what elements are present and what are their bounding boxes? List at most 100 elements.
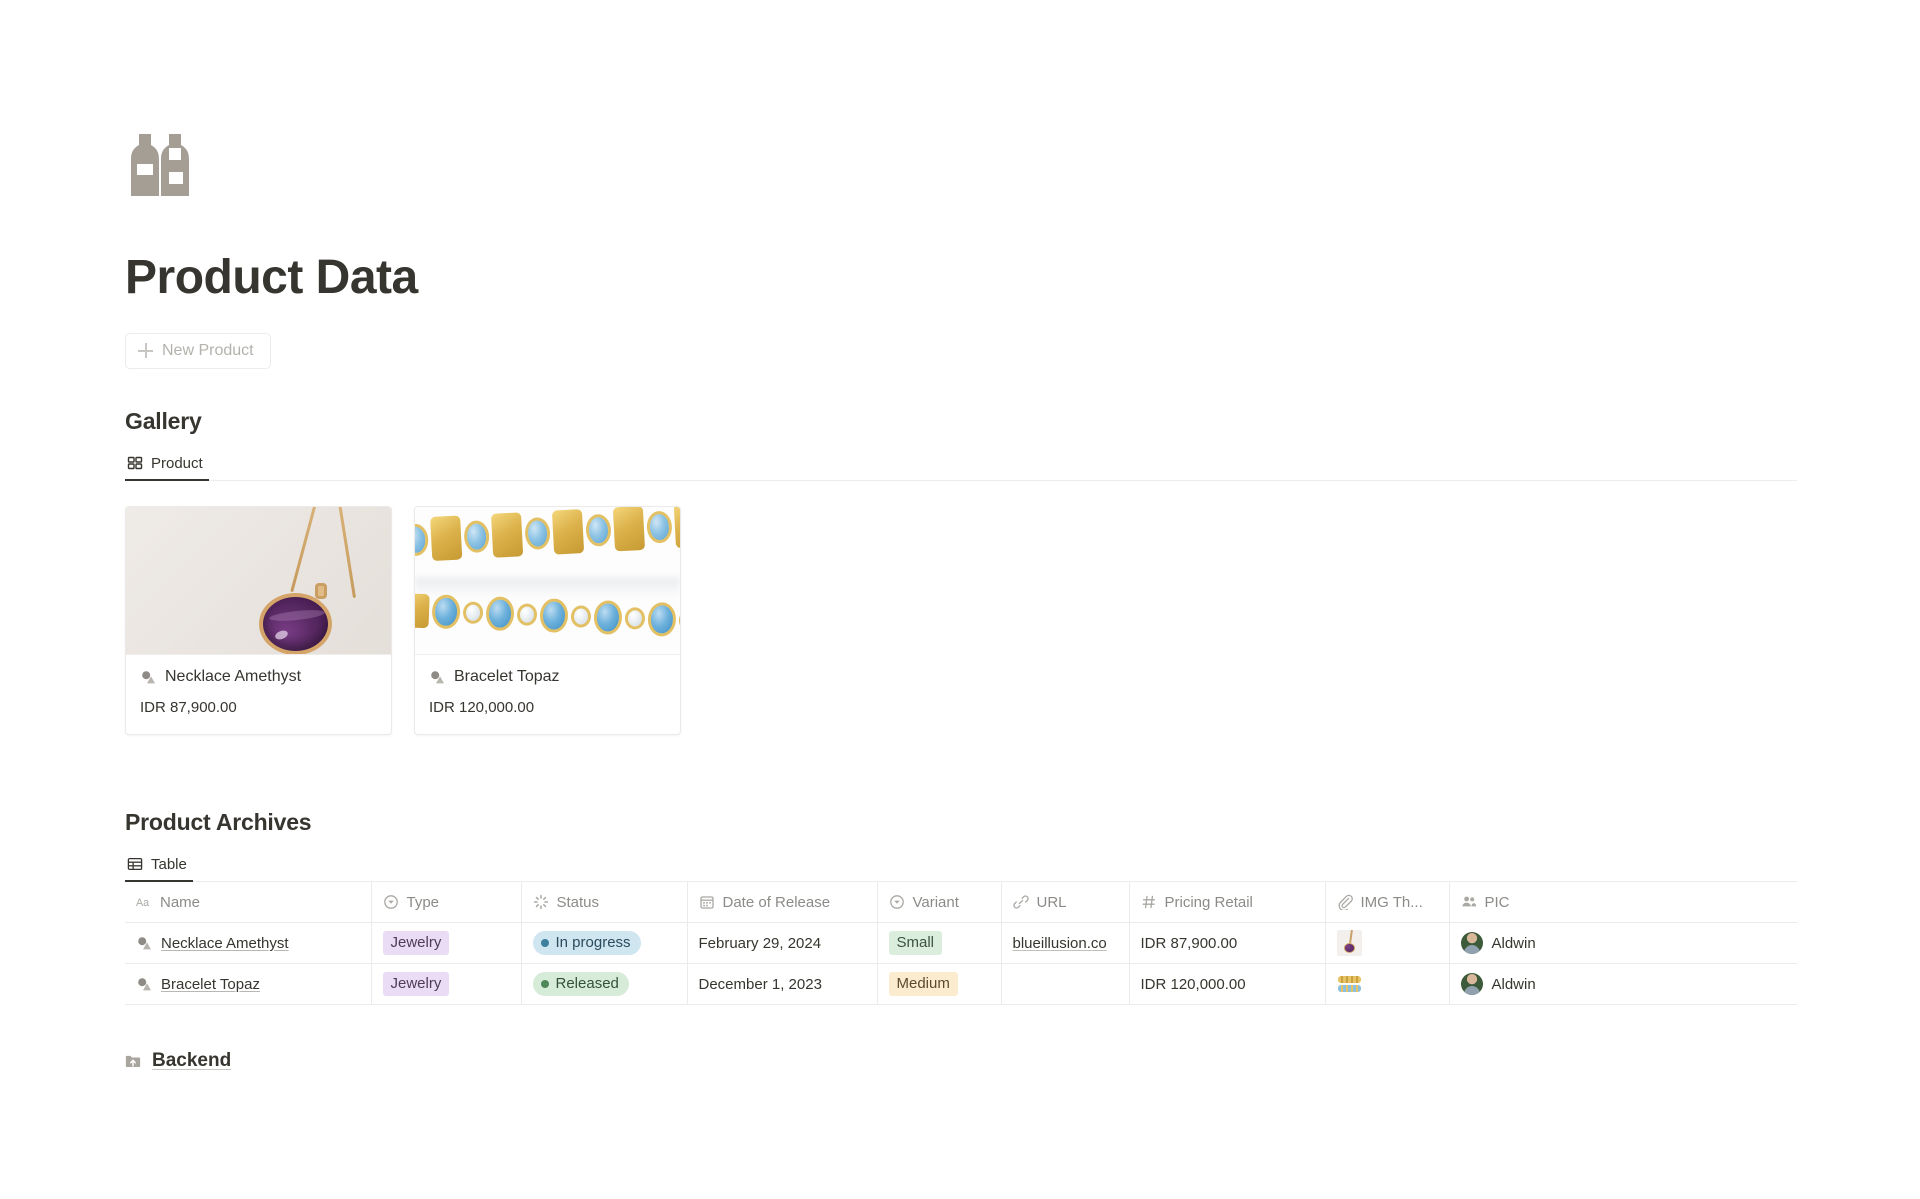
plus-icon bbox=[138, 343, 153, 359]
gallery-card[interactable]: Necklace Amethyst IDR 87,900.00 bbox=[125, 505, 392, 735]
table-row[interactable]: Necklace Amethyst Jewelry In progress Fe… bbox=[125, 922, 1797, 965]
cell-pic[interactable]: Aldwin bbox=[1449, 922, 1797, 965]
pic-name: Aldwin bbox=[1491, 934, 1536, 952]
type-tag: Jewelry bbox=[382, 972, 450, 997]
column-header-type[interactable]: Type bbox=[371, 881, 522, 924]
people-icon bbox=[1461, 894, 1477, 910]
cell-type[interactable]: Jewelry bbox=[371, 963, 522, 1006]
cell-status[interactable]: Released bbox=[521, 963, 688, 1006]
gallery-grid-icon bbox=[127, 455, 143, 471]
folder-upload-icon bbox=[125, 1053, 141, 1069]
row-name-link[interactable]: Necklace Amethyst bbox=[161, 935, 289, 952]
status-badge: In progress bbox=[532, 931, 641, 956]
archives-view-tabs: Table bbox=[125, 855, 1797, 882]
cell-date-of-release[interactable]: December 1, 2023 bbox=[687, 963, 878, 1006]
amethyst-necklace-thumb bbox=[1336, 930, 1362, 957]
shapes-icon bbox=[136, 935, 152, 951]
tab-product[interactable]: Product bbox=[125, 455, 209, 481]
table-header-row: Aa Name Type Status Date of Release Vari… bbox=[125, 881, 1797, 924]
column-header-img-thumbnail[interactable]: IMG Th... bbox=[1325, 881, 1450, 924]
column-header-pricing-retail[interactable]: Pricing Retail bbox=[1129, 881, 1326, 924]
cell-type[interactable]: Jewelry bbox=[371, 922, 522, 965]
product-data-page: Product Data New Product Gallery Product bbox=[0, 0, 1920, 1199]
cell-url[interactable] bbox=[1001, 963, 1130, 1006]
number-hash-icon bbox=[1141, 894, 1157, 910]
topaz-bracelet-photo bbox=[415, 506, 680, 655]
tab-table-label: Table bbox=[151, 855, 187, 873]
backend-label: Backend bbox=[152, 1050, 232, 1072]
column-header-label: Variant bbox=[912, 893, 959, 911]
status-label: Released bbox=[555, 975, 619, 993]
amethyst-necklace-photo bbox=[126, 506, 391, 655]
gallery-card-body: Bracelet Topaz IDR 120,000.00 bbox=[415, 655, 680, 734]
status-label: In progress bbox=[555, 934, 631, 952]
cell-pricing-retail[interactable]: IDR 87,900.00 bbox=[1129, 922, 1326, 965]
table-row[interactable]: Bracelet Topaz Jewelry Released December… bbox=[125, 963, 1797, 1006]
variant-tag: Medium bbox=[888, 972, 958, 997]
cell-pricing-retail[interactable]: IDR 120,000.00 bbox=[1129, 963, 1326, 1006]
column-header-variant[interactable]: Variant bbox=[877, 881, 1002, 924]
avatar bbox=[1460, 932, 1483, 955]
cell-img-thumbnail[interactable] bbox=[1325, 922, 1450, 965]
column-header-label: Pricing Retail bbox=[1164, 893, 1253, 911]
text-aa-icon: Aa bbox=[136, 894, 152, 910]
new-product-button[interactable]: New Product bbox=[125, 332, 271, 369]
column-header-label: Name bbox=[160, 893, 201, 911]
tab-table[interactable]: Table bbox=[125, 856, 193, 882]
two-bottles-icon[interactable] bbox=[125, 134, 197, 196]
column-header-label: Type bbox=[406, 893, 440, 911]
gallery-heading: Gallery bbox=[125, 407, 202, 434]
column-header-label: IMG Th... bbox=[1360, 893, 1423, 911]
column-header-date-of-release[interactable]: Date of Release bbox=[687, 881, 878, 924]
gallery-card-title: Bracelet Topaz bbox=[454, 667, 560, 685]
svg-text:Aa: Aa bbox=[136, 897, 149, 909]
select-icon bbox=[889, 894, 905, 910]
cell-status[interactable]: In progress bbox=[521, 922, 688, 965]
column-header-status[interactable]: Status bbox=[521, 881, 688, 924]
cell-name[interactable]: Necklace Amethyst bbox=[125, 922, 372, 965]
cell-name[interactable]: Bracelet Topaz bbox=[125, 963, 372, 1006]
paperclip-icon bbox=[1337, 894, 1353, 911]
column-header-url[interactable]: URL bbox=[1001, 881, 1130, 924]
pic-name: Aldwin bbox=[1491, 975, 1536, 993]
variant-tag: Small bbox=[888, 931, 943, 956]
shapes-icon bbox=[136, 976, 152, 992]
cell-date-of-release[interactable]: February 29, 2024 bbox=[687, 922, 878, 965]
cell-variant[interactable]: Small bbox=[877, 922, 1002, 965]
product-archives-table: Aa Name Type Status Date of Release Vari… bbox=[125, 881, 1797, 1006]
gallery-card-title-row: Bracelet Topaz bbox=[429, 668, 666, 686]
topaz-bracelet-thumb bbox=[1336, 971, 1362, 998]
column-header-pic[interactable]: PIC bbox=[1449, 881, 1797, 924]
gallery-card-title-row: Necklace Amethyst bbox=[140, 668, 377, 686]
status-spinner-icon bbox=[533, 894, 549, 910]
link-icon bbox=[1012, 894, 1029, 910]
status-dot-icon bbox=[540, 980, 549, 989]
gallery-card-price: IDR 120,000.00 bbox=[429, 698, 535, 716]
url-link[interactable]: blueillusion.co bbox=[1013, 935, 1107, 952]
calendar-icon bbox=[699, 894, 715, 910]
column-header-label: Date of Release bbox=[722, 893, 831, 911]
cell-url[interactable]: blueillusion.co bbox=[1001, 922, 1130, 965]
gallery-card-title: Necklace Amethyst bbox=[165, 667, 302, 685]
column-header-name[interactable]: Aa Name bbox=[125, 881, 372, 924]
cell-variant[interactable]: Medium bbox=[877, 963, 1002, 1006]
row-name-link[interactable]: Bracelet Topaz bbox=[161, 976, 260, 993]
select-icon bbox=[383, 894, 399, 910]
backend-page-link[interactable]: Backend bbox=[125, 1050, 231, 1072]
table-icon bbox=[127, 856, 143, 872]
shapes-icon bbox=[140, 669, 156, 685]
page-content: Product Data New Product Gallery Product bbox=[125, 0, 1825, 1074]
page-title: Product Data bbox=[125, 251, 418, 304]
type-tag: Jewelry bbox=[382, 931, 450, 956]
cell-img-thumbnail[interactable] bbox=[1325, 963, 1450, 1006]
status-dot-icon bbox=[540, 939, 549, 948]
gallery-card-grid: Necklace Amethyst IDR 87,900.00 Bracelet… bbox=[125, 505, 1825, 735]
archives-heading: Product Archives bbox=[125, 808, 312, 835]
new-product-button-label: New Product bbox=[162, 341, 254, 359]
avatar bbox=[1460, 973, 1483, 996]
status-badge: Released bbox=[532, 972, 629, 997]
shapes-icon bbox=[429, 669, 445, 685]
gallery-card[interactable]: Bracelet Topaz IDR 120,000.00 bbox=[414, 505, 681, 735]
cell-pic[interactable]: Aldwin bbox=[1449, 963, 1797, 1006]
gallery-view-tabs: Product bbox=[125, 454, 1797, 481]
